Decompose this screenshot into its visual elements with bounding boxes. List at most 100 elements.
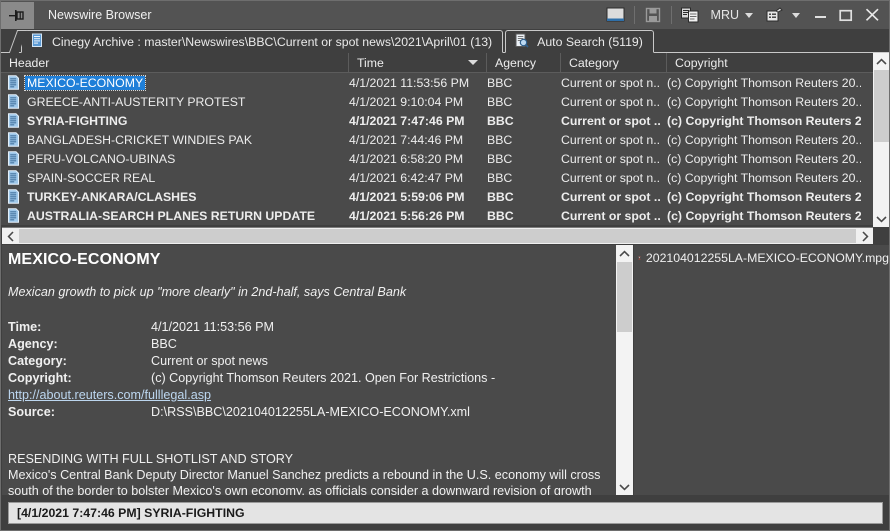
article-body-line-1: RESENDING WITH FULL SHOTLIST AND STORY [8, 452, 294, 466]
column-header-agency-label: Agency [495, 55, 537, 70]
hscroll-track[interactable] [19, 228, 856, 244]
list-scroll-down-button[interactable] [873, 210, 889, 227]
column-header-header-label: Header [9, 55, 50, 70]
table-row[interactable]: SYRIA-FIGHTING 4/1/2021 7:47:46 PM BBC Curr… [1, 111, 889, 130]
cell-time: 4/1/2021 7:47:46 PM [349, 113, 465, 128]
row-header-text: BANGLADESH-CRICKET WINDIES PAK [27, 132, 253, 147]
chevron-up-icon [876, 57, 887, 65]
cell-category: Current or spot n... [561, 132, 661, 147]
column-header-time-label: Time [357, 55, 384, 70]
cell-agency: BBC [487, 151, 513, 166]
row-header-text: MEXICO-ECONOMY [23, 74, 147, 91]
minimize-button[interactable] [807, 2, 833, 28]
row-header-text: AUSTRALIA-SEARCH PLANES RETURN UPDATE [27, 208, 316, 223]
table-row[interactable]: GREECE-ANTI-AUSTERITY PROTEST 4/1/2021 9:… [1, 92, 889, 111]
article-body: RESENDING WITH FULL SHOTLIST AND STORY M… [8, 451, 610, 495]
pin-icon[interactable] [1, 1, 34, 29]
list-vertical-scrollbar[interactable] [873, 53, 889, 227]
newswire-list[interactable]: MEXICO-ECONOMY 4/1/2021 11:53:56 PM BBC Cur… [1, 73, 889, 225]
detail-vertical-scrollbar[interactable] [616, 245, 633, 495]
tab-strip: Cinegy Archive : master\Newswires\BBC\Cu… [1, 29, 889, 53]
status-bar: [4/1/2021 7:47:46 PM] SYRIA-FIGHTING [1, 497, 889, 530]
hscroll-right-button[interactable] [856, 228, 873, 244]
pin-glyph [9, 9, 24, 21]
row-header-text: TURKEY-ANKARA/CLASHES [27, 189, 197, 204]
cell-category: Current or spot n... [561, 94, 661, 109]
chevron-down-icon[interactable] [745, 12, 753, 18]
row-header-text: PERU-VOLCANO-UBINAS [27, 151, 176, 166]
column-header-row: Header Time Agency Category Copyright [1, 53, 889, 73]
column-header-copyright-label: Copyright [675, 55, 728, 70]
tab-auto-search[interactable]: Auto Search (5119) [505, 30, 654, 53]
cell-agency: BBC [487, 208, 514, 223]
column-header-agency[interactable]: Agency [487, 53, 561, 72]
title-bar-toolbar: MRU [601, 2, 889, 29]
attachment-name: 202104012255LA-MEXICO-ECONOMY.mpg [645, 251, 889, 265]
table-row[interactable]: PERU-VOLCANO-UBINAS 4/1/2021 6:58:20 PM BB… [1, 149, 889, 168]
chevron-down-icon [619, 483, 630, 491]
detail-scroll-down-button[interactable] [616, 478, 633, 495]
chevron-down-icon [876, 215, 887, 223]
maximize-button[interactable] [833, 2, 859, 28]
hscroll-left-button[interactable] [2, 228, 19, 244]
detail-scrollbar-thumb[interactable] [617, 262, 632, 332]
close-icon [865, 8, 879, 21]
column-header-category-label: Category [569, 55, 619, 70]
settings-icon[interactable] [760, 2, 790, 28]
cell-time: 4/1/2021 5:56:26 PM [349, 208, 465, 223]
preview-pane-icon[interactable] [601, 2, 631, 28]
copy-icon[interactable] [675, 2, 705, 28]
document-icon [8, 208, 19, 223]
status-bar-text-container: [4/1/2021 7:47:46 PM] SYRIA-FIGHTING [8, 502, 883, 524]
metadata-row: Category: Current or spot news [8, 353, 610, 370]
table-row[interactable]: SPAIN-SOCCER REAL 4/1/2021 6:42:47 PM BBC C… [1, 168, 889, 187]
cell-header: BANGLADESH-CRICKET WINDIES PAK [7, 130, 347, 149]
metadata-row: Agency: BBC [8, 336, 610, 353]
attachment-item[interactable]: 202104012255LA-MEXICO-ECONOMY.mpg [638, 249, 889, 267]
cell-copyright: (c) Copyright Thomson Reuters 2... [667, 113, 861, 128]
article-metadata-list: Time: 4/1/2021 11:53:56 PM Agency: BBC Categ… [8, 319, 610, 387]
cell-header: SPAIN-SOCCER REAL [7, 168, 347, 187]
save-icon[interactable] [638, 2, 668, 28]
list-scroll-up-button[interactable] [873, 53, 889, 70]
column-header-time[interactable]: Time [349, 53, 487, 72]
chevron-left-icon [6, 230, 14, 242]
table-row[interactable]: TURKEY-ANKARA/CLASHES 4/1/2021 5:59:06 PM… [1, 187, 889, 206]
cell-agency: BBC [487, 94, 513, 109]
table-row[interactable]: AUSTRALIA-SEARCH PLANES RETURN UPDATE 4/1… [1, 206, 889, 225]
tab-cinegy-archive[interactable]: Cinegy Archive : master\Newswires\BBC\Cu… [21, 30, 504, 53]
metadata-value: Current or spot news [151, 354, 268, 368]
hscroll-thumb[interactable] [19, 229, 856, 243]
column-header-category[interactable]: Category [561, 53, 667, 72]
article-detail-panel[interactable]: MEXICO-ECONOMY Mexican growth to pick up… [2, 245, 633, 495]
cell-category: Current or spot ... [561, 113, 661, 128]
document-icon [8, 151, 19, 166]
list-horizontal-scrollbar[interactable] [2, 227, 873, 244]
settings-chevron-down-icon[interactable] [792, 12, 800, 18]
search-doc-icon [514, 33, 529, 51]
cell-time: 4/1/2021 5:59:06 PM [349, 189, 465, 204]
minimize-icon [814, 16, 826, 18]
cell-header: GREECE-ANTI-AUSTERITY PROTEST [7, 92, 347, 111]
list-scrollbar-thumb[interactable] [874, 70, 889, 142]
chevron-up-icon [619, 249, 630, 257]
cell-header: PERU-VOLCANO-UBINAS [7, 149, 347, 168]
column-header-header[interactable]: Header [1, 53, 349, 72]
cell-agency: BBC [487, 113, 514, 128]
column-header-copyright[interactable]: Copyright [667, 53, 873, 72]
cell-time: 4/1/2021 9:10:04 PM [349, 94, 464, 109]
cell-agency: BBC [487, 75, 513, 90]
document-icon [8, 94, 19, 109]
cell-copyright: (c) Copyright Thomson Reuters 20... [667, 75, 861, 90]
chevron-right-icon [861, 230, 869, 242]
detail-scroll-up-button[interactable] [616, 245, 633, 262]
window-title: Newswire Browser [48, 8, 152, 22]
toolbar-separator [633, 6, 635, 24]
copyright-link[interactable]: http://about.reuters.com/fulllegal.asp [8, 387, 610, 404]
table-row[interactable]: MEXICO-ECONOMY 4/1/2021 11:53:56 PM BBC Cur… [1, 73, 889, 92]
cell-copyright: (c) Copyright Thomson Reuters 20... [667, 151, 861, 166]
attachments-panel[interactable]: 202104012255LA-MEXICO-ECONOMY.mpg [634, 245, 889, 495]
table-row[interactable]: BANGLADESH-CRICKET WINDIES PAK 4/1/2021 7… [1, 130, 889, 149]
mru-button-label[interactable]: MRU [705, 8, 743, 22]
close-button[interactable] [859, 2, 885, 28]
